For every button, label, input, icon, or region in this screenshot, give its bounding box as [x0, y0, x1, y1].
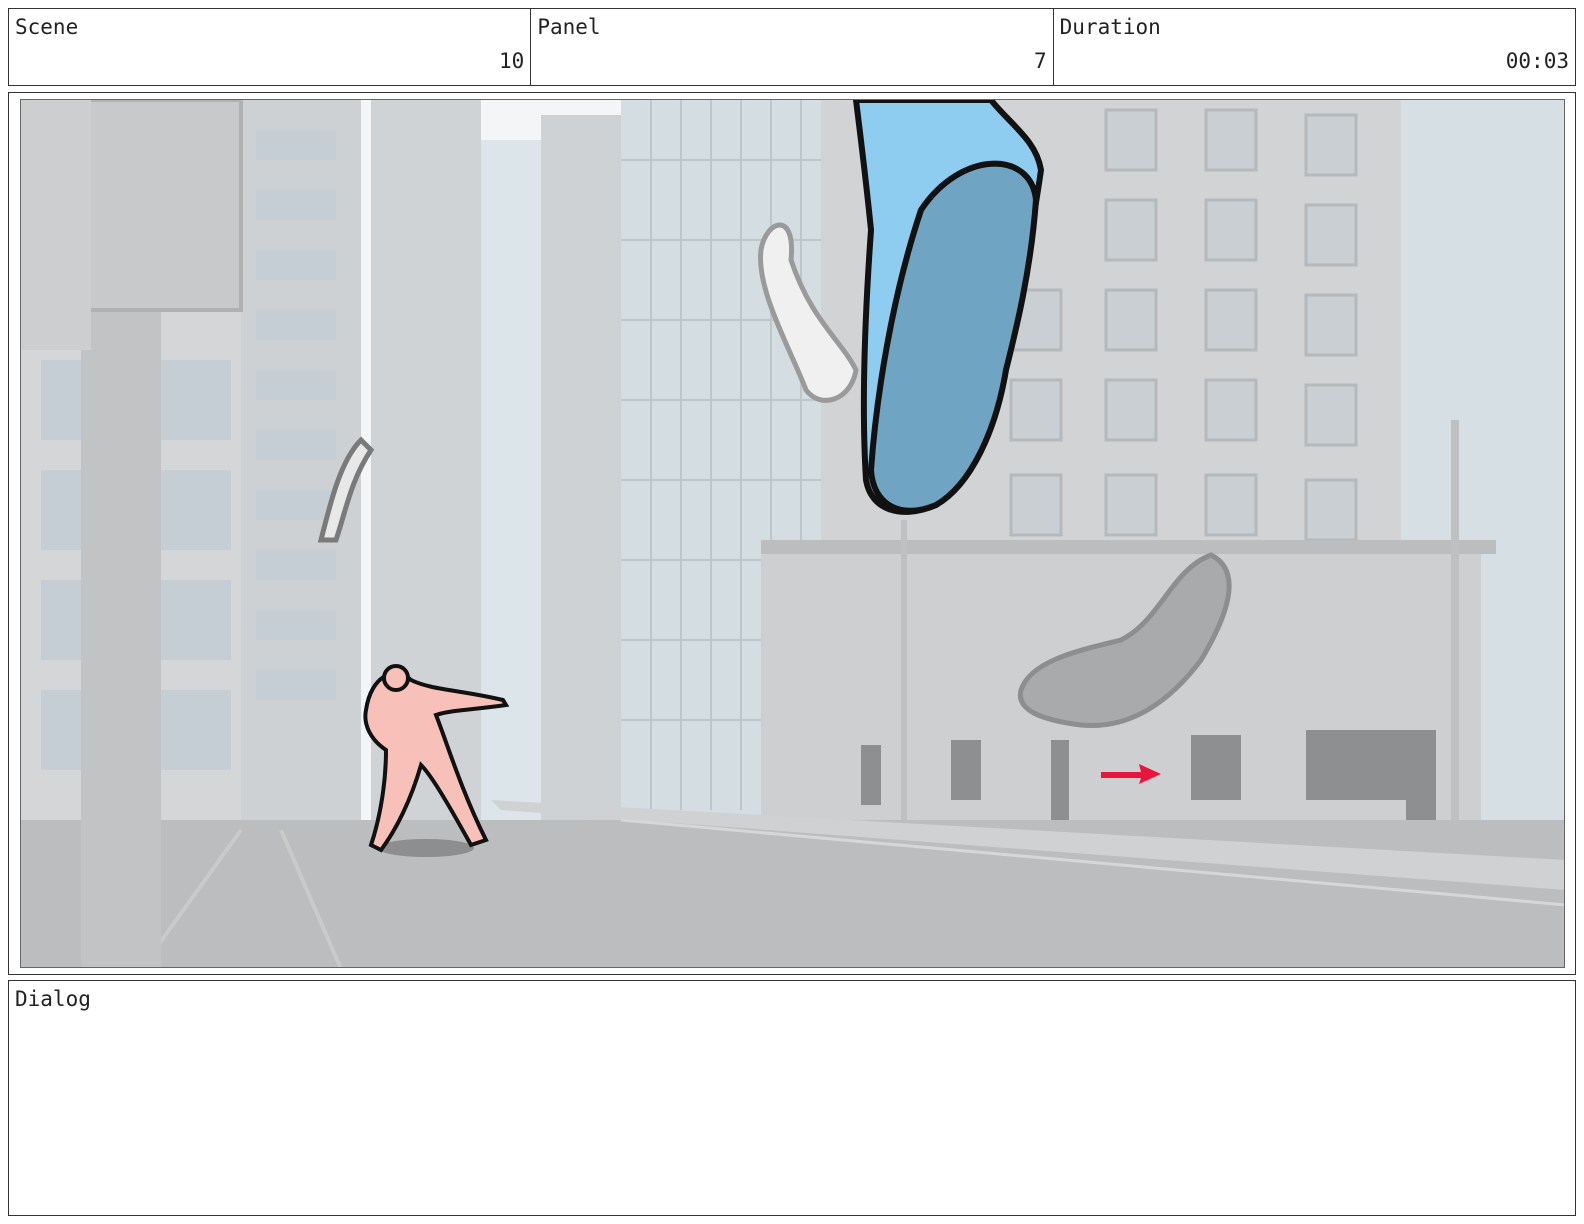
panel-label: Panel — [537, 15, 601, 39]
city-street-sketch — [21, 100, 1564, 967]
duration-cell[interactable]: Duration 00:03 — [1054, 9, 1575, 85]
storyboard-header: Scene 10 Panel 7 Duration 00:03 — [8, 8, 1576, 86]
duration-label: Duration — [1059, 15, 1161, 39]
duration-value[interactable]: 00:03 — [1506, 49, 1569, 73]
dialog-box[interactable]: Dialog — [8, 980, 1576, 1216]
cornice — [761, 540, 1496, 554]
foreground-pole — [81, 310, 161, 967]
dialog-label: Dialog — [15, 987, 91, 1011]
scene-label: Scene — [15, 15, 79, 39]
lamp-pole — [1451, 420, 1459, 840]
character-shadow — [378, 839, 474, 857]
signal-box-left — [21, 100, 91, 350]
character-head — [382, 664, 410, 692]
panel-number[interactable]: 7 — [1034, 49, 1047, 73]
traffic-signal-box — [79, 100, 243, 312]
storyboard-panel-image[interactable] — [20, 99, 1565, 968]
scene-number[interactable]: 10 — [499, 49, 524, 73]
street — [21, 820, 1564, 967]
panel-cell[interactable]: Panel 7 — [531, 9, 1054, 85]
signal-pole — [901, 520, 907, 840]
scene-cell[interactable]: Scene 10 — [9, 9, 532, 85]
